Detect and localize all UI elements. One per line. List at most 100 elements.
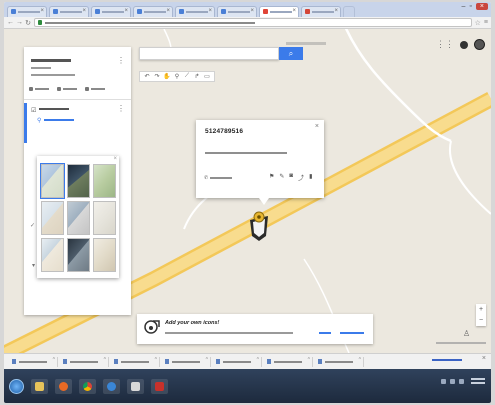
learn-more-link[interactable]: [340, 332, 364, 334]
pegman-icon[interactable]: ♙: [463, 329, 470, 338]
browser-tab[interactable]: ×: [49, 6, 89, 17]
download-item[interactable]: ^: [214, 356, 262, 367]
plus-icon[interactable]: +: [476, 304, 486, 315]
minus-icon[interactable]: −: [476, 315, 486, 326]
layer-style-link[interactable]: [44, 119, 74, 121]
chevron-up-icon[interactable]: ^: [308, 357, 310, 363]
browser-tab[interactable]: ×: [217, 6, 257, 17]
search-input[interactable]: [139, 47, 279, 60]
preview-button[interactable]: [85, 87, 105, 91]
close-icon[interactable]: ×: [315, 123, 319, 130]
base-map-option[interactable]: [67, 201, 90, 235]
tab-close-icon[interactable]: ×: [334, 8, 338, 14]
taskbar-app-ie[interactable]: [103, 378, 120, 394]
tab-close-icon[interactable]: ×: [124, 8, 128, 14]
close-icon[interactable]: ×: [113, 156, 117, 162]
download-item[interactable]: ^: [10, 356, 58, 367]
chevron-up-icon[interactable]: ^: [104, 357, 106, 363]
clock[interactable]: [471, 378, 485, 384]
redo-icon[interactable]: ↷: [153, 73, 161, 80]
back-icon[interactable]: ←: [7, 19, 14, 26]
flag-icon[interactable]: [441, 378, 446, 384]
close-window-icon[interactable]: ×: [475, 3, 488, 10]
network-icon[interactable]: [450, 378, 455, 384]
taskbar-app-chrome[interactable]: [79, 378, 96, 394]
taskbar-app-media[interactable]: [55, 378, 72, 394]
chevron-down-icon[interactable]: ▾: [32, 262, 35, 269]
map-title[interactable]: [31, 59, 71, 62]
notifications-icon[interactable]: [460, 40, 468, 49]
browser-tab-active[interactable]: ×: [259, 6, 299, 17]
directions-icon[interactable]: ↱: [193, 73, 201, 80]
reload-icon[interactable]: ↻: [25, 19, 31, 27]
browser-menu-icon[interactable]: ≡: [484, 19, 488, 26]
chevron-up-icon[interactable]: ^: [257, 357, 259, 363]
chevron-up-icon[interactable]: ^: [359, 357, 361, 363]
start-button[interactable]: [9, 378, 24, 394]
taskbar-app-paint[interactable]: [127, 378, 144, 394]
share-button[interactable]: [57, 87, 77, 91]
undo-icon[interactable]: ↶: [143, 73, 151, 80]
search-button[interactable]: ⌕: [279, 47, 303, 60]
minimize-icon[interactable]: –: [462, 3, 466, 10]
layer-checkbox[interactable]: ✓: [30, 222, 35, 229]
base-map-option[interactable]: [67, 164, 90, 198]
browser-tab[interactable]: ×: [175, 6, 215, 17]
add-layer-button[interactable]: [29, 87, 49, 91]
close-icon[interactable]: ×: [482, 355, 486, 362]
edit-icon[interactable]: ✎: [279, 173, 284, 182]
camera-icon[interactable]: ◙: [289, 173, 293, 182]
measure-icon[interactable]: ▭: [203, 73, 211, 80]
address-bar[interactable]: [34, 18, 472, 27]
download-item[interactable]: ^: [163, 356, 211, 367]
base-map-option[interactable]: [67, 238, 90, 272]
download-item[interactable]: ^: [265, 356, 313, 367]
base-map-option[interactable]: [40, 163, 65, 199]
maximize-icon[interactable]: ▫: [469, 3, 471, 10]
directions-icon[interactable]: ⤴: [298, 173, 304, 182]
map-canvas[interactable]: ⌕ ↶ ↷ ✋ ⚲ ⟋ ↱ ▭ ⋮⋮ ⋮ ☑ ⋮ ⚲ ✓ ▾ × 5124789…: [4, 29, 491, 353]
layer-item[interactable]: ☑ ⋮ ⚲: [24, 103, 131, 143]
browser-tab[interactable]: ×: [91, 6, 131, 17]
new-tab-button[interactable]: [343, 6, 355, 17]
chevron-up-icon[interactable]: ^: [206, 357, 208, 363]
download-item[interactable]: ^: [316, 356, 364, 367]
tab-close-icon[interactable]: ×: [292, 8, 296, 14]
base-map-option[interactable]: [41, 238, 64, 272]
tab-close-icon[interactable]: ×: [250, 8, 254, 14]
browser-tab[interactable]: ×: [7, 6, 47, 17]
layer-checkbox[interactable]: ☑: [31, 107, 36, 114]
tab-close-icon[interactable]: ×: [40, 8, 44, 14]
volume-icon[interactable]: [459, 378, 464, 384]
hand-tool-icon[interactable]: ✋: [163, 73, 171, 80]
chevron-up-icon[interactable]: ^: [53, 357, 55, 363]
bookmark-star-icon[interactable]: ☆: [475, 19, 481, 27]
base-map-option[interactable]: [93, 201, 116, 235]
base-map-option[interactable]: [93, 238, 116, 272]
chevron-up-icon[interactable]: ^: [155, 357, 157, 363]
got-it-button[interactable]: [319, 332, 331, 334]
browser-tab[interactable]: ×: [133, 6, 173, 17]
map-options-icon[interactable]: ⋮: [117, 56, 125, 65]
tab-close-icon[interactable]: ×: [208, 8, 212, 14]
download-item[interactable]: ^: [61, 356, 109, 367]
taskbar-app-explorer[interactable]: [31, 378, 48, 394]
base-map-option[interactable]: [41, 201, 64, 235]
browser-tab[interactable]: ×: [301, 6, 341, 17]
map-marker-icon[interactable]: [247, 210, 271, 242]
delete-icon[interactable]: ▮: [309, 173, 312, 182]
draw-line-icon[interactable]: ⟋: [183, 73, 191, 80]
show-all-downloads-link[interactable]: [432, 359, 462, 361]
tab-close-icon[interactable]: ×: [82, 8, 86, 14]
base-map-option[interactable]: [93, 164, 116, 198]
taskbar-app-pdf[interactable]: [151, 378, 168, 394]
style-icon[interactable]: ⚑: [269, 173, 274, 182]
tab-close-icon[interactable]: ×: [166, 8, 170, 14]
add-marker-icon[interactable]: ⚲: [173, 73, 181, 80]
avatar[interactable]: [474, 39, 485, 50]
layer-options-icon[interactable]: ⋮: [117, 104, 125, 113]
apps-grid-icon[interactable]: ⋮⋮: [436, 39, 454, 50]
layer-title[interactable]: [39, 108, 69, 110]
forward-icon[interactable]: →: [16, 19, 23, 26]
download-item[interactable]: ^: [112, 356, 160, 367]
